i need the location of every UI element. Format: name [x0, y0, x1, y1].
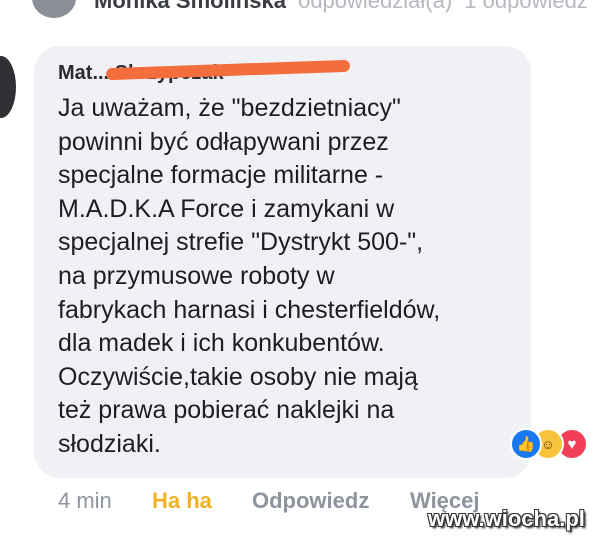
haha-reaction-button[interactable]: Ha ha	[152, 488, 212, 514]
previous-reply-text: Monika Smolinska odpowiedział(a) 1 odpow…	[94, 0, 588, 14]
comment-line: specjalnej strefie "Dystrykt 500-",	[58, 228, 424, 257]
reply-button[interactable]: Odpowiedz	[252, 488, 369, 514]
comment-line: Ja uważam, że "bezdzietniacy"	[58, 94, 401, 122]
comment-line: M.A.D.K.A Force i zamykani w	[58, 194, 395, 223]
previous-reply-header: Monika Smolinska odpowiedział(a) 1 odpow…	[0, 0, 600, 22]
comment-line: słodziaki.	[58, 429, 161, 458]
previous-reply-author[interactable]: Monika Smolinska	[94, 0, 286, 13]
watermark: www.wiocha.pl	[428, 506, 585, 531]
previous-reply-action: odpowiedział(a)	[298, 0, 453, 13]
comment-line: fabrykach harnasi i chesterfieldów,	[58, 295, 441, 324]
comment-line: specjalne formacje militarne -	[58, 161, 384, 190]
reaction-summary[interactable]: 👍 ☺ ♥	[510, 428, 600, 462]
previous-reply-avatar[interactable]	[32, 0, 76, 18]
comment-text: Ja uważam, że "bezdzietniacy" powinni by…	[58, 92, 528, 462]
comment-bubble: Mat... Skrzypczak Ja uważam, że "bezdzie…	[34, 46, 531, 478]
comment-line: Oczywiście,takie osoby nie mają	[58, 362, 418, 391]
previous-reply-count[interactable]: 1 odpowiedź	[464, 0, 588, 13]
commenter-avatar[interactable]	[0, 56, 16, 118]
comment-line: na przymusowe roboty w	[58, 261, 335, 290]
comment-line: dla madek i ich konkubentów.	[58, 329, 385, 358]
comment-line: też prawa pobierać naklejki na	[58, 396, 395, 425]
comment-timestamp[interactable]: 4 min	[58, 488, 112, 514]
comment-line: powinni być odłapywani przez	[58, 127, 389, 156]
like-icon: 👍	[510, 428, 542, 460]
